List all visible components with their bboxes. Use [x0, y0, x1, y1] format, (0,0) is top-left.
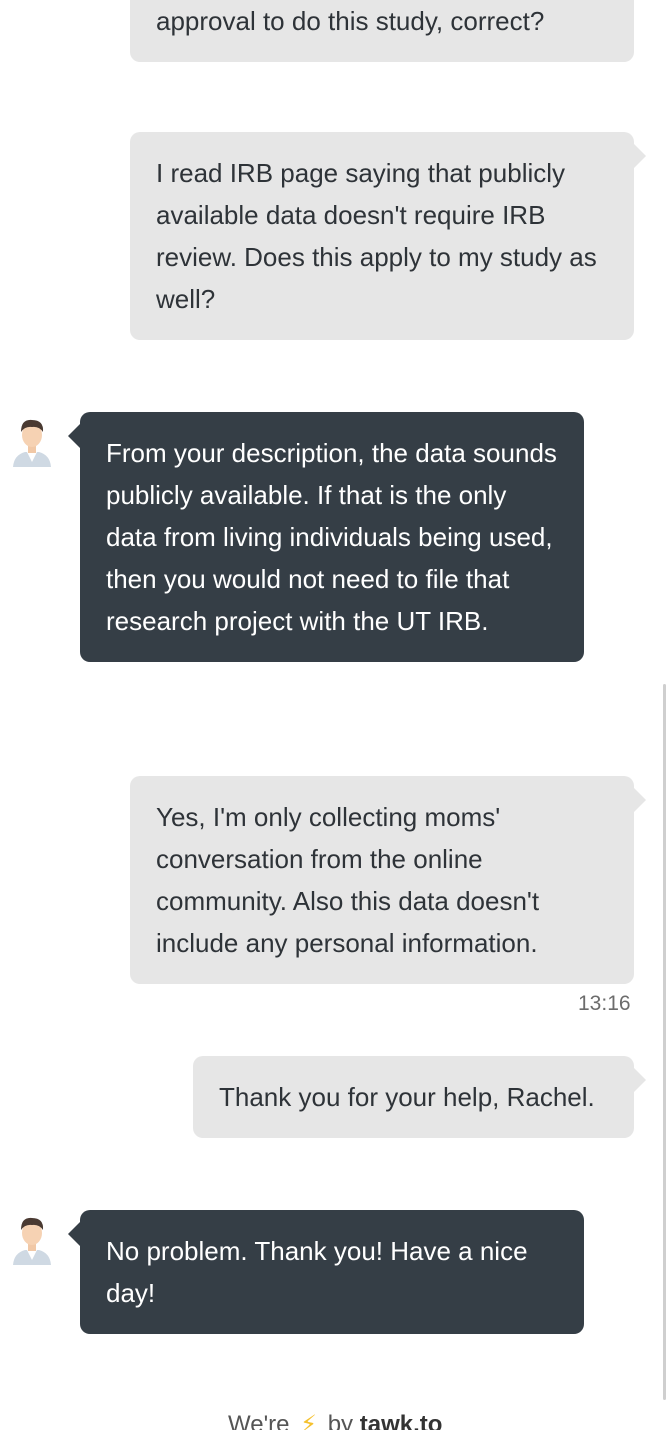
visitor-message: I read IRB page saying that publicly ava…	[130, 132, 646, 340]
visitor-message: Yes, I'm only collecting moms' conversat…	[130, 776, 646, 984]
message-text: I read IRB page saying that publicly ava…	[156, 158, 597, 314]
powered-by-footer[interactable]: We're ⚡ by tawk.to	[228, 1410, 442, 1430]
message-text: approval to do this study, correct?	[156, 6, 545, 36]
message-text: No problem. Thank you! Have a nice day!	[106, 1236, 528, 1308]
lightning-bolt-icon: ⚡	[300, 1411, 318, 1430]
agent-message: From your description, the data sounds p…	[68, 412, 584, 662]
message-text: Thank you for your help, Rachel.	[219, 1082, 595, 1112]
visitor-message: Thank you for your help, Rachel.	[193, 1056, 646, 1138]
visitor-message: approval to do this study, correct?	[130, 0, 634, 62]
agent-avatar-icon	[13, 419, 51, 467]
message-text: Yes, I'm only collecting moms' conversat…	[156, 802, 540, 958]
agent-message: No problem. Thank you! Have a nice day!	[68, 1210, 584, 1334]
footer-middle: by	[327, 1411, 354, 1430]
agent-avatar-icon	[13, 1217, 51, 1265]
tawk-to-link[interactable]: tawk.to	[360, 1411, 443, 1430]
chat-transcript[interactable]: approval to do this study, correct? I re…	[0, 0, 666, 1430]
message-text: From your description, the data sounds p…	[106, 438, 557, 636]
message-timestamp: 13:16	[578, 992, 631, 1015]
footer-prefix: We're	[228, 1411, 290, 1430]
